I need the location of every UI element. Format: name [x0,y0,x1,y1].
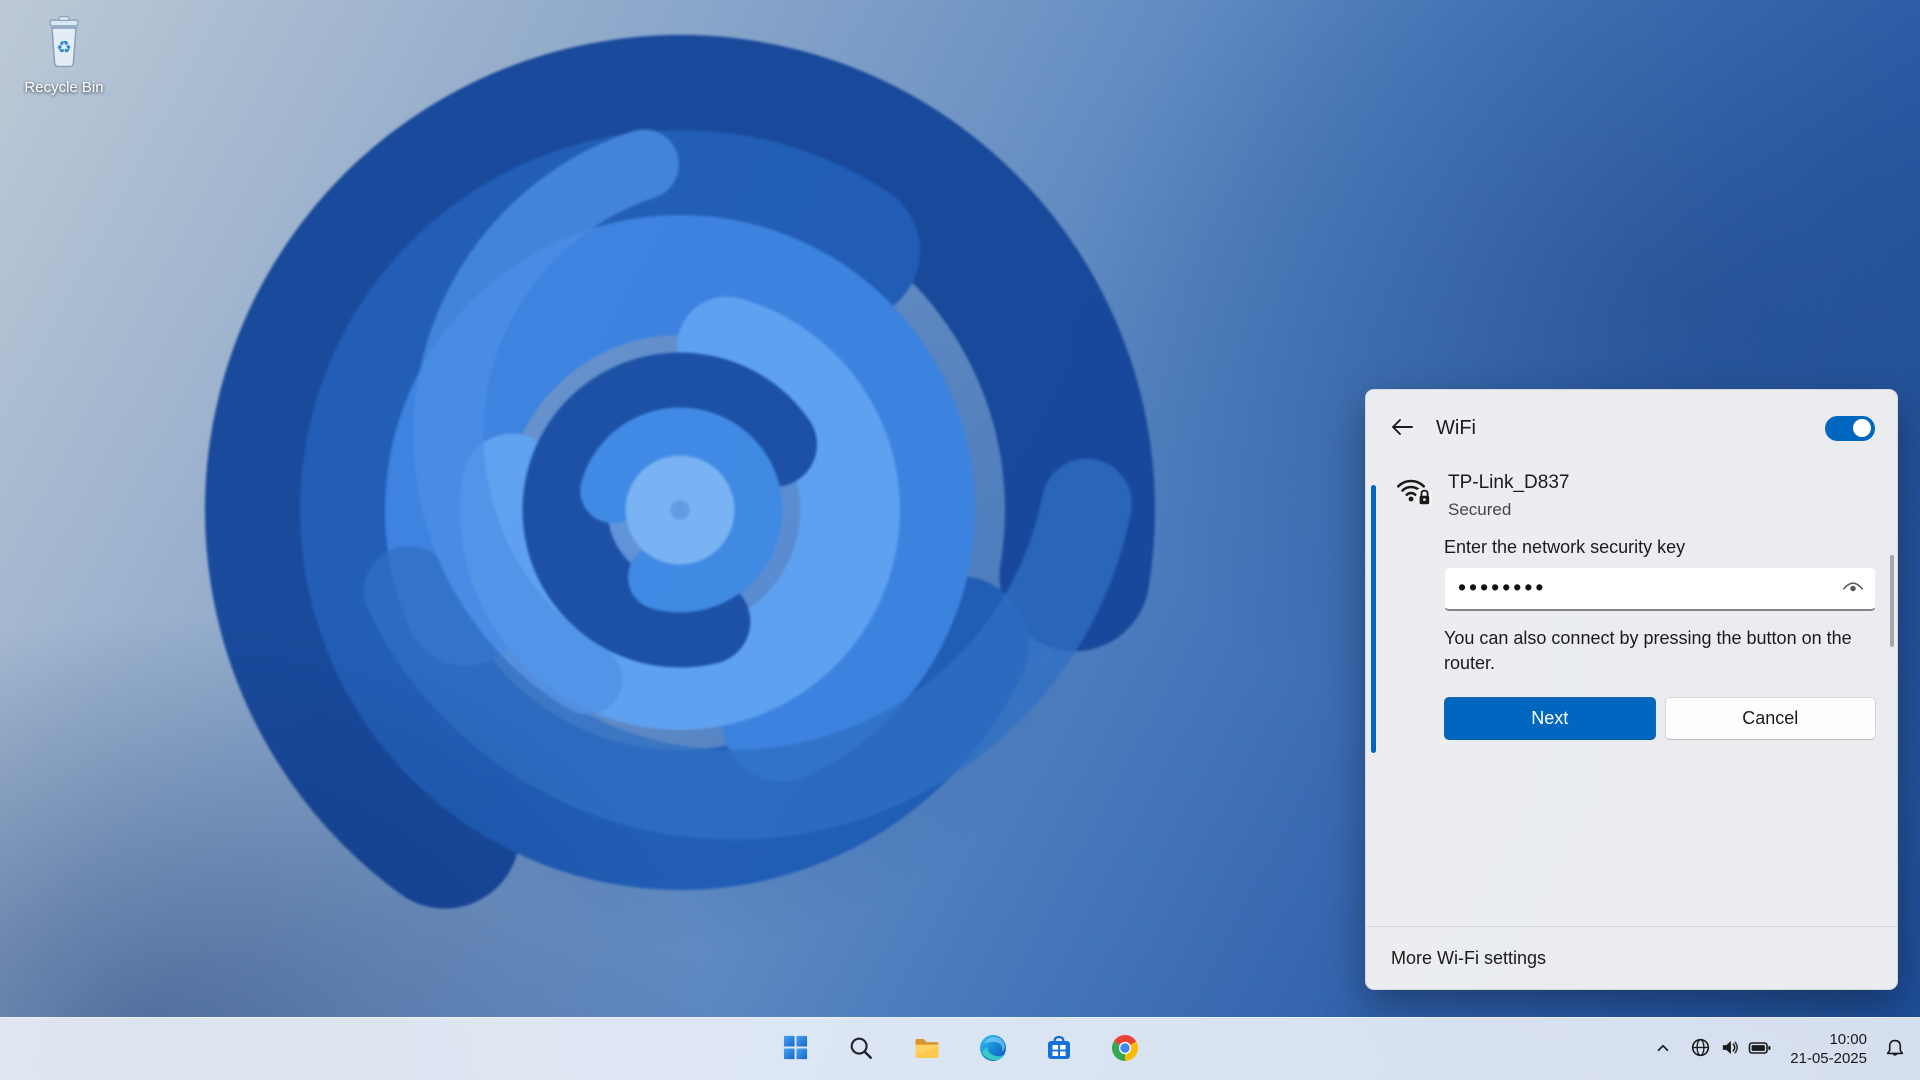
recycle-bin-icon: ♻ [37,12,91,75]
wifi-panel-title: WiFi [1436,416,1476,439]
notifications-button[interactable] [1878,1028,1912,1070]
microsoft-store-icon [1045,1034,1073,1065]
security-key-input[interactable]: •••••••• [1444,567,1876,611]
system-tray: 10:00 21-05-2025 [1647,1018,1912,1080]
clock-button[interactable]: 10:00 21-05-2025 [1783,1028,1874,1070]
back-button[interactable] [1384,411,1420,445]
panel-scrollbar[interactable] [1890,555,1894,647]
microsoft-store-button[interactable] [1037,1027,1081,1071]
search-button[interactable] [839,1027,883,1071]
router-button-helper-text: You can also connect by pressing the but… [1444,628,1852,673]
tray-date: 21-05-2025 [1790,1050,1867,1067]
wifi-secured-icon [1392,470,1434,511]
selected-network-accent-bar [1371,485,1376,753]
cancel-button[interactable]: Cancel [1664,697,1876,740]
eye-icon [1842,580,1864,597]
wifi-toggle-knob [1853,419,1871,437]
start-button[interactable] [773,1027,817,1071]
chevron-up-icon [1654,1039,1672,1060]
reveal-password-button[interactable] [1838,575,1868,603]
more-wifi-settings-link[interactable]: More Wi-Fi settings [1391,948,1546,969]
bell-icon [1885,1038,1905,1061]
next-button[interactable]: Next [1444,697,1656,740]
battery-icon [1748,1038,1772,1061]
security-key-value: •••••••• [1458,574,1547,600]
taskbar-center-icons [773,1018,1147,1080]
hidden-icons-button[interactable] [1647,1028,1679,1070]
recycle-bin-label: Recycle Bin [24,79,104,96]
svg-text:♻: ♻ [56,38,71,58]
volume-icon [1720,1038,1739,1060]
tray-time: 10:00 [1829,1030,1867,1048]
windows-start-icon [782,1034,809,1064]
edge-button[interactable] [971,1027,1015,1071]
network-texts: TP-Link_D837 Secured [1448,470,1569,521]
network-status: Secured [1448,500,1512,519]
security-key-section: Enter the network security key •••••••• … [1444,537,1876,740]
security-key-label: Enter the network security key [1444,537,1686,557]
dialog-buttons: Next Cancel [1444,697,1876,740]
file-explorer-icon [913,1034,941,1065]
bloom-artwork [205,29,1155,985]
wifi-toggle[interactable] [1825,415,1875,441]
wifi-flyout-panel: WiFi TP-Link_D837 Secured Enter the netw… [1365,389,1898,990]
recycle-bin-shortcut[interactable]: ♻ Recycle Bin [14,12,114,96]
taskbar: 10:00 21-05-2025 [0,1017,1920,1080]
network-globe-icon [1690,1037,1711,1061]
network-name: TP-Link_D837 [1448,472,1570,493]
network-item-tplink[interactable]: TP-Link_D837 Secured [1366,460,1897,521]
chrome-button[interactable] [1103,1027,1147,1071]
back-arrow-icon [1390,418,1414,439]
wifi-panel-footer: More Wi-Fi settings [1366,926,1897,989]
edge-icon [979,1034,1007,1065]
chrome-icon [1111,1034,1139,1065]
wifi-panel-header: WiFi [1366,390,1897,460]
network-volume-battery-button[interactable] [1683,1028,1779,1070]
file-explorer-button[interactable] [905,1027,949,1071]
search-icon [848,1035,874,1064]
